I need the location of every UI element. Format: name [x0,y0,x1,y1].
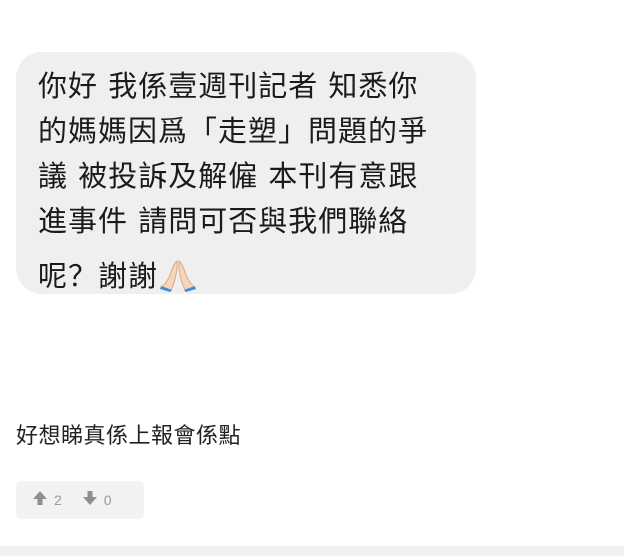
message-line-last: 呢？謝謝 [38,254,458,305]
arrow-down-icon [82,490,98,510]
message-line-text: 呢？謝謝 [38,259,159,293]
upvote-count: 2 [54,492,62,508]
folded-hands-icon [160,260,197,305]
message-line: 你好 我係壹週刊記者 知悉你 [38,69,419,103]
vote-bar: 2 0 [16,481,144,519]
downvote-button[interactable]: 0 [82,490,112,510]
downvote-count: 0 [103,492,112,508]
message-bubble: 你好 我係壹週刊記者 知悉你 的媽媽因爲「走塑」問題的爭 議 被投訴及解僱 本刊… [16,52,476,294]
message-line: 的媽媽因爲「走塑」問題的爭 [38,114,429,148]
message-line: 議 被投訴及解僱 本刊有意跟 [38,159,419,193]
comment-text: 好想睇真係上報會係點 [16,424,242,449]
arrow-up-icon [32,490,48,510]
upvote-button[interactable]: 2 [32,490,62,510]
section-divider [0,546,624,556]
message-line: 進事件 請問可否與我們聯絡 [38,204,409,238]
